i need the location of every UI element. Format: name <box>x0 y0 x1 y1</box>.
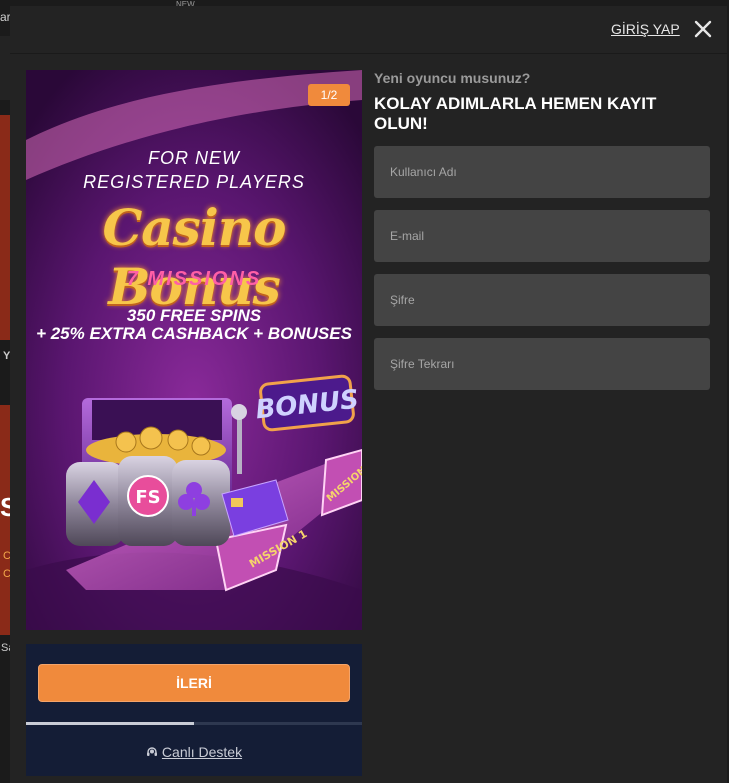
live-support-link[interactable]: Canlı Destek <box>26 744 362 760</box>
registration-modal: GİRİŞ YAP BONUS FS MISSION 1 MISSION 1/2… <box>10 6 727 783</box>
carousel-controls: İLERİ Canlı Destek <box>26 644 362 776</box>
live-support-label: Canlı Destek <box>161 744 243 760</box>
promo-offer-line-1: 350 FREE SPINS <box>126 306 262 325</box>
next-button[interactable]: İLERİ <box>38 664 350 702</box>
registration-form: Yeni oyuncu musunuz? KOLAY ADIMLARLA HEM… <box>374 70 710 390</box>
promo-line-2: REGISTERED PLAYERS <box>83 172 305 192</box>
promo-line-1: FOR NEW <box>148 148 240 168</box>
password-field[interactable] <box>374 274 710 326</box>
headset-icon <box>146 747 157 756</box>
email-field[interactable] <box>374 210 710 262</box>
slot-label: FS <box>135 487 160 508</box>
carousel-progress-track <box>26 722 362 725</box>
modal-header: GİRİŞ YAP <box>10 6 727 54</box>
password-confirm-field[interactable] <box>374 338 710 390</box>
promo-missions: 7 MISSIONS <box>126 268 262 290</box>
login-link[interactable]: GİRİŞ YAP <box>611 21 680 37</box>
promo-title: Casino Bonus <box>102 198 286 316</box>
promo-banner: BONUS FS MISSION 1 MISSION 2 1/2 FOR NEW… <box>26 70 362 630</box>
promo-carousel: BONUS FS MISSION 1 MISSION 2 1/2 FOR NEW… <box>26 70 362 776</box>
carousel-page-indicator: 1/2 <box>308 84 350 106</box>
close-icon[interactable] <box>694 20 712 38</box>
form-heading: KOLAY ADIMLARLA HEMEN KAYIT OLUN! <box>374 94 657 133</box>
carousel-progress-fill <box>26 722 194 725</box>
username-field[interactable] <box>374 146 710 198</box>
promo-offer-line-2: + 25% EXTRA CASHBACK + BONUSES <box>36 324 352 343</box>
form-question: Yeni oyuncu musunuz? <box>374 70 531 86</box>
